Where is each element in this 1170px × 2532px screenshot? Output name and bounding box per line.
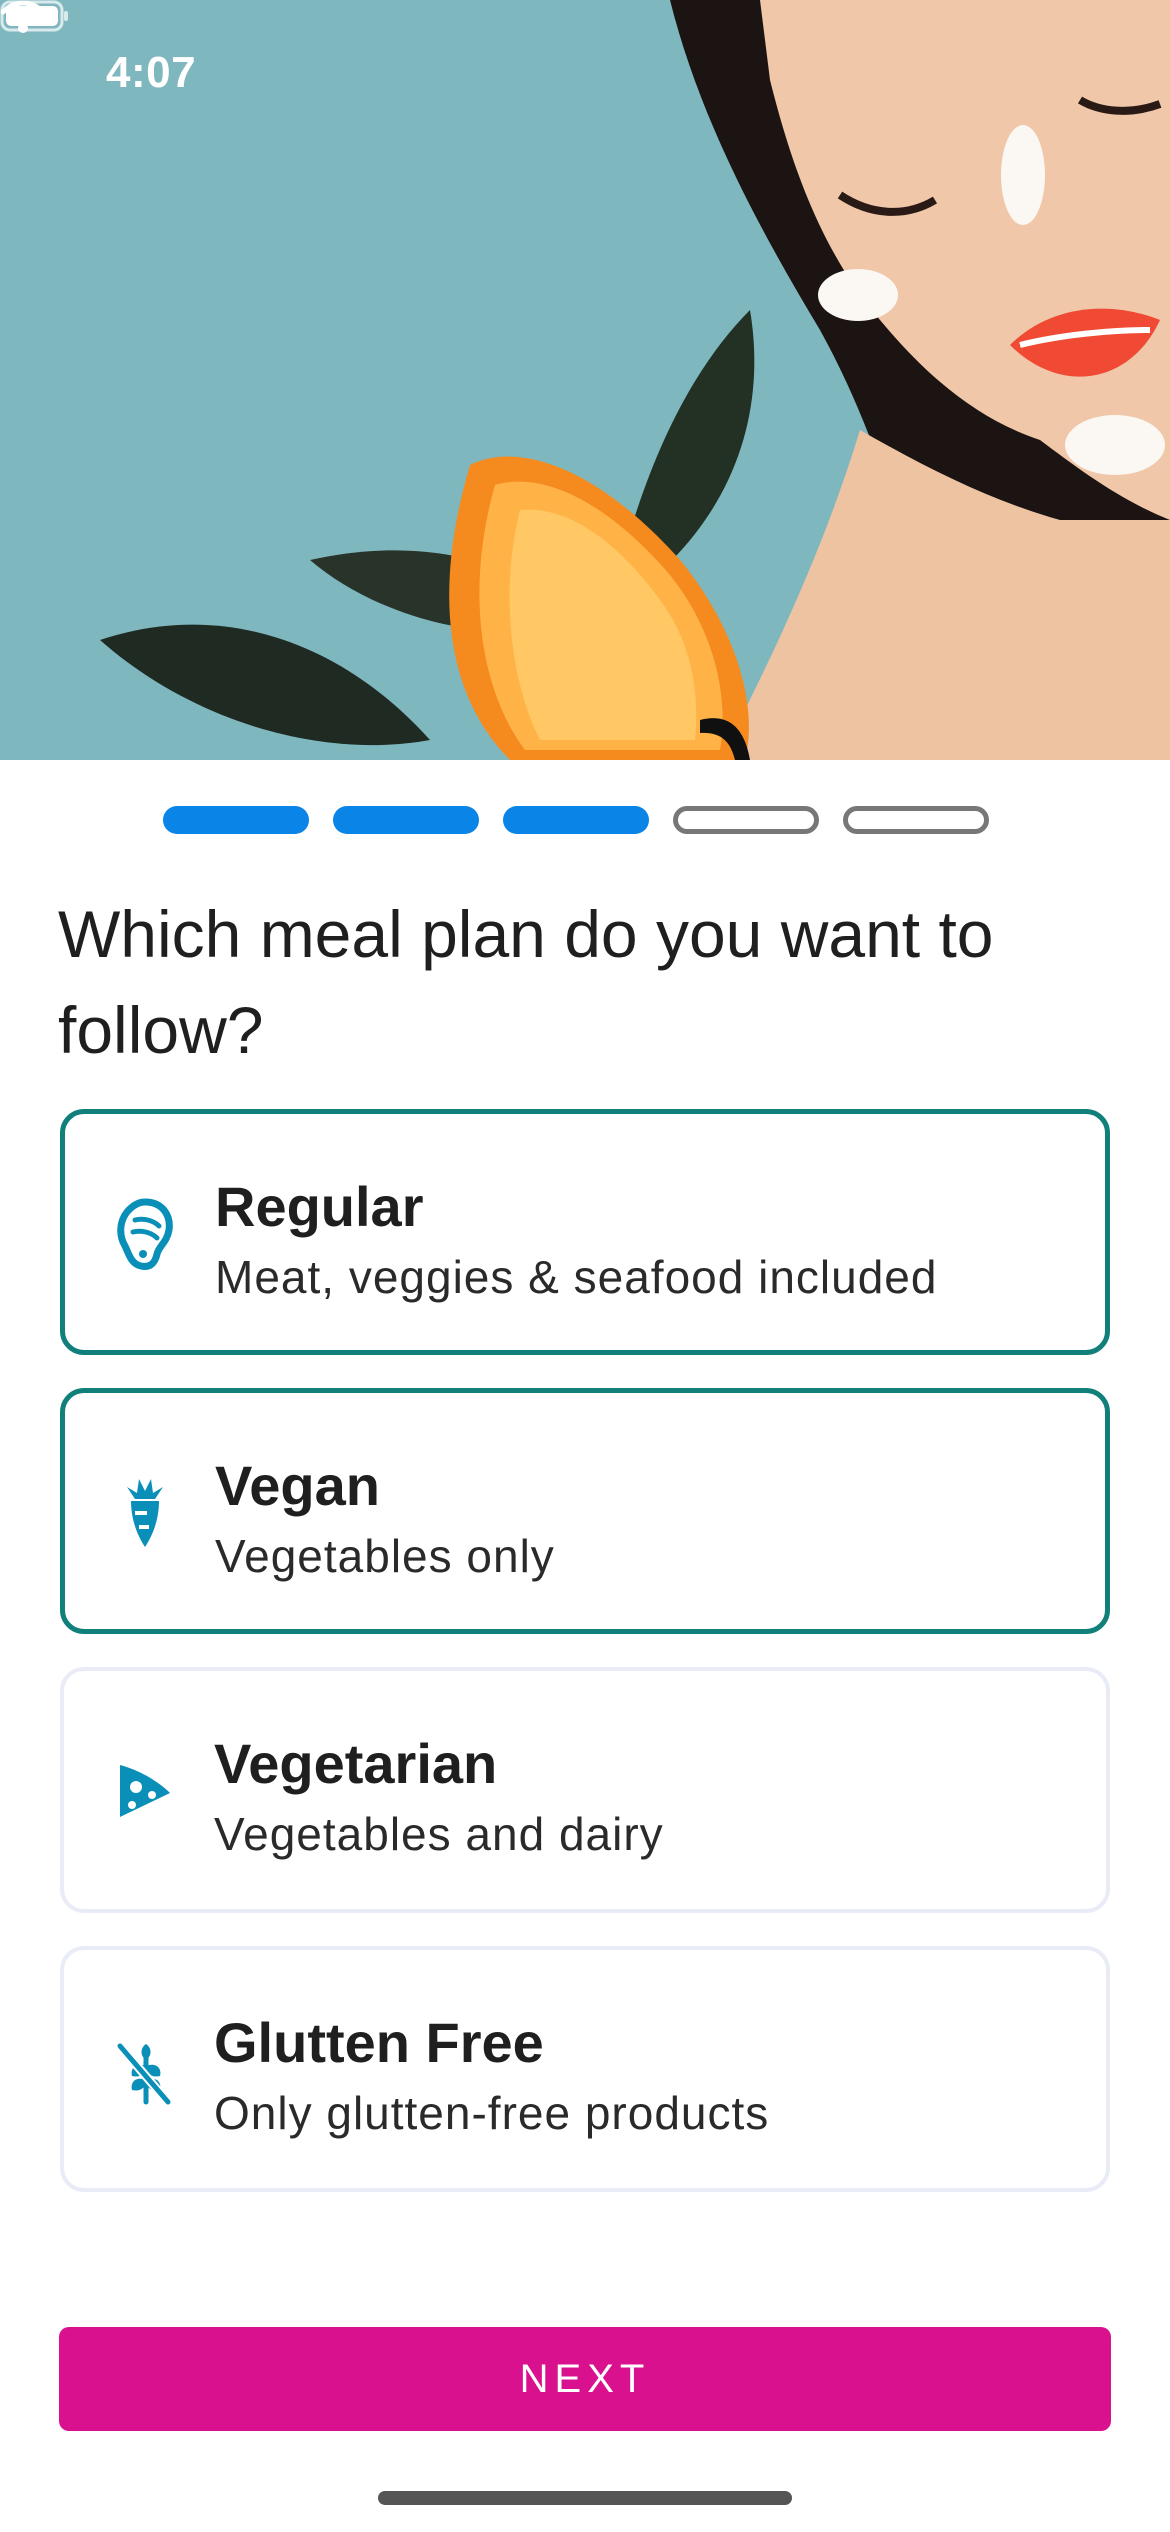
question-title: Which meal plan do you want to follow? — [58, 897, 994, 1067]
meat-icon — [117, 1198, 173, 1270]
no-wheat-icon — [115, 2041, 173, 2107]
progress-step-2 — [333, 806, 479, 834]
progress-step-1 — [163, 806, 309, 834]
meal-plan-option-vegan[interactable]: Vegan Vegetables only — [60, 1388, 1110, 1634]
status-time: 4:07 — [106, 48, 197, 97]
carrot-icon — [127, 1479, 163, 1547]
cheese-icon — [120, 1765, 170, 1817]
option-subtitle: Vegetables and dairy — [214, 1808, 664, 1860]
option-subtitle: Meat, veggies & seafood included — [215, 1251, 938, 1303]
option-subtitle: Only glutten-free products — [214, 2087, 770, 2139]
option-title: Regular — [215, 1175, 424, 1238]
home-indicator[interactable] — [378, 2491, 792, 2505]
next-button[interactable]: NEXT — [59, 2327, 1111, 2431]
meal-plan-option-vegetarian[interactable]: Vegetarian Vegetables and dairy — [60, 1667, 1110, 1913]
progress-step-4 — [673, 806, 819, 834]
option-title: Vegan — [215, 1454, 380, 1517]
progress-step-5 — [843, 806, 989, 834]
progress-step-3 — [503, 806, 649, 834]
option-title: Vegetarian — [214, 1732, 498, 1795]
option-title: Glutten Free — [214, 2011, 544, 2074]
option-subtitle: Vegetables only — [215, 1530, 555, 1582]
onboarding-progress — [163, 806, 991, 838]
hero-image: 4:07 — [0, 0, 1170, 760]
meal-plan-option-gluten-free[interactable]: Glutten Free Only glutten-free products — [60, 1946, 1110, 2192]
battery-icon — [0, 0, 68, 32]
status-bar: 4:07 — [0, 0, 1170, 150]
meal-plan-option-regular[interactable]: Regular Meat, veggies & seafood included — [60, 1109, 1110, 1355]
